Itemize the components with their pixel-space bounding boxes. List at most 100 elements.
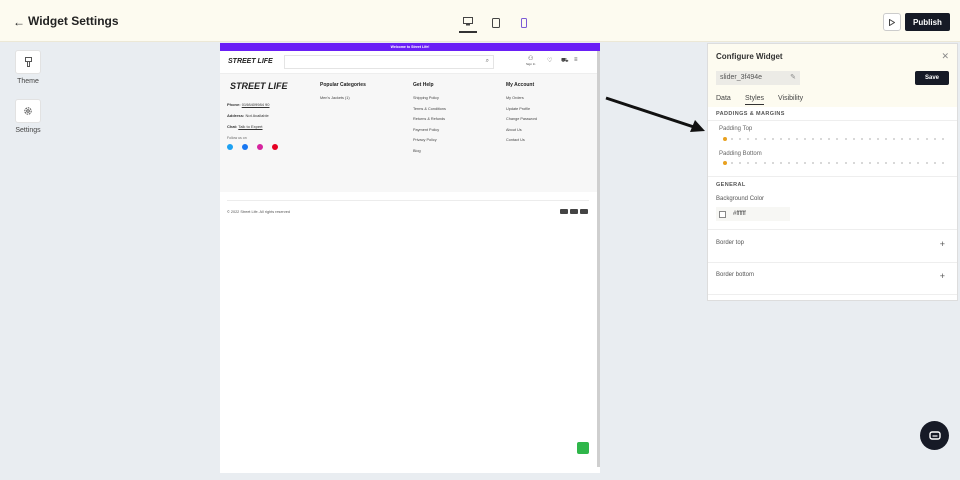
whatsapp-icon[interactable] (577, 442, 589, 454)
footer-link[interactable]: Update Profile (506, 107, 537, 111)
plus-icon[interactable]: + (940, 239, 945, 249)
footer-col-help: Get Help Shipping Policy Terms & Conditi… (413, 82, 446, 159)
rail-theme[interactable]: Theme (8, 50, 48, 85)
footer-link[interactable]: Payment Policy (413, 128, 446, 132)
rail-settings[interactable]: Settings (8, 99, 48, 134)
footer-link[interactable]: Returns & Refunds (413, 117, 446, 121)
border-top-label: Border top (716, 240, 745, 246)
tablet-icon[interactable] (487, 14, 505, 32)
divider (708, 262, 957, 263)
footer-col-categories: Popular Categories Men's Jackets (1) (320, 82, 366, 107)
slider-tick (795, 162, 798, 164)
slider-tick (795, 138, 798, 140)
footer-link[interactable]: Shipping Policy (413, 96, 446, 100)
slider-knob[interactable] (723, 137, 727, 141)
tab-styles[interactable]: Styles (745, 95, 765, 105)
slider-tick (893, 138, 896, 140)
slider-tick (901, 162, 904, 164)
slider-knob[interactable] (723, 161, 727, 165)
preview-scrollbar[interactable] (597, 51, 600, 467)
cart-icon[interactable]: ⛟ (561, 57, 569, 65)
bg-color-value: #ffffff (733, 211, 746, 217)
facebook-icon[interactable] (242, 144, 248, 150)
color-swatch[interactable] (719, 210, 726, 218)
footer-link[interactable]: Men's Jackets (1) (320, 96, 366, 100)
footer-link[interactable]: Terms & Conditions (413, 107, 446, 111)
tab-data[interactable]: Data (716, 95, 731, 102)
padding-top-label: Padding Top (719, 126, 753, 132)
panel-title: Configure Widget (716, 52, 783, 61)
slider-tick (876, 138, 879, 140)
save-button[interactable]: Save (915, 71, 949, 85)
pinterest-icon[interactable] (272, 144, 278, 150)
slider-tick (836, 162, 839, 164)
slider-tick (941, 138, 944, 140)
instagram-icon[interactable] (257, 144, 263, 150)
slider-tick (747, 162, 750, 164)
slider-tick (925, 138, 928, 140)
padding-bottom-label: Padding Bottom (719, 151, 762, 157)
slider-tick (917, 162, 920, 164)
plus-icon[interactable]: + (940, 271, 945, 281)
desktop-icon[interactable] (459, 14, 477, 33)
rail-theme-label: Theme (17, 78, 39, 85)
tab-visibility[interactable]: Visibility (778, 95, 803, 102)
slider-tick (941, 162, 944, 164)
general-heading: GENERAL (716, 182, 746, 188)
slider-tick (820, 138, 823, 140)
slider-tick (731, 138, 734, 140)
footer-address: Address: Not Available (227, 113, 269, 118)
footer-link[interactable]: Privacy Policy (413, 138, 446, 142)
footer-link[interactable]: Contact Us (506, 138, 537, 142)
mobile-icon[interactable] (515, 14, 533, 32)
slider-tick (901, 138, 904, 140)
site-preview: Welcome to Street Life! STREET LIFE ⌕ ⚇ … (220, 43, 600, 473)
card-icon (580, 209, 588, 214)
announcement-bar: Welcome to Street Life! (220, 43, 600, 51)
address-label: Address: (227, 113, 245, 118)
footer-col-account: My Account My Orders Update Profile Chan… (506, 82, 537, 149)
phone-value[interactable]: 0198409984 90 (242, 102, 270, 107)
slider-tick (787, 138, 790, 140)
slider-tick (812, 138, 815, 140)
menu-icon[interactable]: ≡ (574, 57, 578, 63)
footer-col-title: Get Help (413, 82, 434, 88)
footer-link[interactable]: My Orders (506, 96, 537, 100)
slider-tick (812, 162, 815, 164)
slider-tick (820, 162, 823, 164)
heart-icon[interactable]: ♡ (547, 57, 552, 64)
slider-tick (755, 162, 758, 164)
footer-link[interactable]: Change Password (506, 117, 537, 121)
pencil-icon[interactable]: ✎ (790, 73, 796, 81)
padding-top-slider[interactable] (723, 137, 945, 143)
follow-label: Follow us on (227, 136, 247, 140)
slider-tick (836, 138, 839, 140)
signin-link[interactable]: ⚇ Sign In (526, 55, 535, 66)
border-bottom-label: Border bottom (716, 272, 755, 278)
preview-button[interactable] (883, 13, 901, 31)
footer-chat: Chat: Talk to Expert (227, 124, 263, 129)
site-header: STREET LIFE ⌕ ⚇ Sign In ♡ ⛟ ≡ (220, 51, 600, 74)
twitter-icon[interactable] (227, 144, 233, 150)
chat-value[interactable]: Talk to Expert (238, 124, 262, 129)
close-icon[interactable]: ✕ (941, 51, 949, 62)
slider-tick (828, 138, 831, 140)
slider-tick (771, 162, 774, 164)
panel-header: Configure Widget ✕ slider_3f494e ✎ Save … (708, 44, 957, 107)
site-logo[interactable]: STREET LIFE (228, 58, 273, 65)
site-search-input[interactable]: ⌕ (284, 55, 494, 69)
padding-bottom-slider[interactable] (723, 161, 945, 167)
footer-logo[interactable]: STREET LIFE (230, 81, 288, 91)
slider-tick (876, 162, 879, 164)
card-icon (560, 209, 568, 214)
publish-button[interactable]: Publish (905, 13, 950, 31)
footer-link[interactable]: Blog (413, 149, 446, 153)
address-value: Not Available (245, 113, 269, 118)
footer-link[interactable]: About Us (506, 128, 537, 132)
slider-tick (860, 162, 863, 164)
bg-color-field[interactable]: #ffffff (716, 207, 790, 221)
widget-id-field[interactable]: slider_3f494e ✎ (716, 71, 800, 85)
arrow-left-icon[interactable]: ← (13, 15, 25, 29)
search-icon[interactable]: ⌕ (486, 58, 489, 65)
chat-button[interactable] (920, 421, 949, 450)
